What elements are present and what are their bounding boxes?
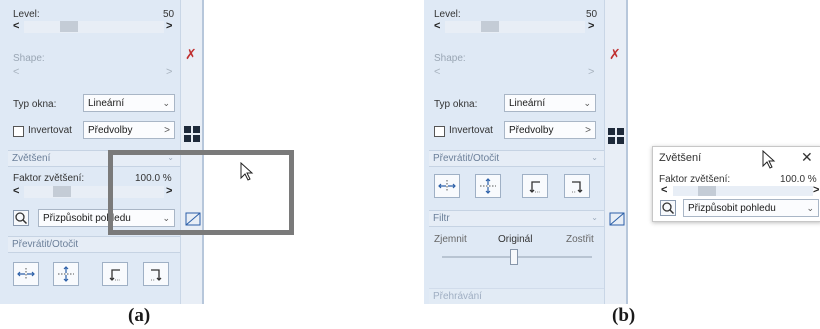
caption-a: (a) — [128, 305, 151, 326]
level-label: Level: — [13, 9, 40, 20]
shape-left-arrow[interactable]: < — [434, 67, 440, 78]
flip-vertical-icon[interactable] — [53, 262, 79, 286]
level-value: 50 — [586, 9, 598, 20]
zoom-scroll-thumb[interactable] — [53, 186, 71, 197]
invert-label: Invertovat — [449, 125, 493, 136]
magnifier-icon[interactable] — [660, 200, 676, 216]
shape-label: Shape: — [434, 53, 466, 64]
original-label: Originál — [498, 234, 533, 245]
flip-section-title: Převrátit/Otočit — [433, 153, 500, 164]
flip-section-header[interactable]: Převrátit/Otočit — [8, 236, 180, 253]
close-icon[interactable]: ✕ — [801, 149, 813, 166]
shape-right-arrow[interactable]: > — [166, 67, 172, 78]
filter-section-header[interactable]: Filtr ⌄ — [429, 210, 604, 227]
window-type-label: Typ okna: — [434, 99, 478, 110]
mouse-cursor-icon — [762, 150, 776, 169]
chevron-down-icon: ⌄ — [162, 98, 170, 108]
level-scrollbar[interactable] — [445, 21, 585, 33]
shape-label: Shape: — [13, 53, 45, 64]
window-type-select[interactable]: Lineární ⌄ — [83, 94, 175, 112]
float-zoom-scrollbar[interactable] — [673, 186, 813, 196]
level-scroll-thumb[interactable] — [481, 21, 499, 32]
float-fit-view-select[interactable]: Přizpůsobit pohledu ⌄ — [683, 199, 819, 217]
zoom-factor-label: Faktor zvětšení: — [13, 173, 85, 184]
zoom-section-title: Zvětšení — [12, 153, 51, 164]
window-type-select[interactable]: Lineární ⌄ — [504, 94, 596, 112]
invert-label: Invertovat — [28, 125, 72, 136]
playback-section-title: Přehrávání — [433, 291, 482, 302]
level-left-arrow[interactable]: < — [13, 21, 19, 32]
panel-b-border — [626, 0, 628, 304]
flip-horizontal-icon[interactable] — [13, 262, 39, 286]
invert-checkbox[interactable] — [13, 126, 24, 137]
level-scroll-thumb[interactable] — [60, 21, 78, 32]
shape-left-arrow[interactable]: < — [13, 67, 19, 78]
filter-section-title: Filtr — [433, 213, 450, 224]
flip-section-header[interactable]: Převrátit/Otočit ⌄ — [429, 150, 604, 167]
chevron-down-icon: ⌄ — [806, 203, 814, 213]
layout-grid-icon[interactable] — [184, 126, 200, 142]
presets-label: Předvolby — [509, 124, 554, 136]
presets-label: Předvolby — [88, 124, 133, 136]
rotate-left-icon[interactable] — [522, 174, 548, 198]
flip-horizontal-icon[interactable] — [434, 174, 460, 198]
diagonal-ruler-icon[interactable] — [609, 212, 625, 226]
mouse-cursor-icon — [240, 162, 254, 181]
flip-vertical-icon[interactable] — [475, 174, 501, 198]
floating-zoom-window: Zvětšení ✕ Faktor zvětšení: 100.0 % < > … — [652, 146, 820, 222]
presets-button[interactable]: Předvolby > — [83, 121, 175, 139]
pin-icon[interactable]: ✗ — [185, 46, 197, 63]
layout-grid-icon[interactable] — [608, 128, 624, 144]
pin-icon[interactable]: ✗ — [609, 46, 621, 63]
panel-b-content: Level: 50 < > Shape: < > Typ okna: Lineá… — [424, 0, 604, 304]
chevron-right-icon: > — [164, 125, 170, 136]
float-zoom-factor-label: Faktor zvětšení: — [659, 174, 731, 185]
rotate-right-icon[interactable] — [564, 174, 590, 198]
window-type-value: Lineární — [509, 97, 546, 109]
zoom-left-arrow[interactable]: < — [13, 186, 19, 197]
level-scrollbar[interactable] — [24, 21, 164, 33]
panel-b: Level: 50 < > Shape: < > Typ okna: Lineá… — [424, 0, 628, 304]
chevron-down-icon: ⌄ — [591, 153, 598, 162]
sharpen-label: Zostřit — [566, 234, 594, 245]
chevron-down-icon: ⌄ — [583, 98, 591, 108]
window-type-value: Lineární — [88, 97, 125, 109]
soften-label: Zjemnit — [434, 234, 467, 245]
shape-right-arrow[interactable]: > — [588, 67, 594, 78]
filter-slider-thumb[interactable] — [510, 249, 518, 265]
level-label: Level: — [434, 9, 461, 20]
flip-section-title: Převrátit/Otočit — [12, 239, 79, 250]
float-zoom-factor-value: 100.0 % — [780, 174, 817, 185]
float-zoom-right-arrow[interactable]: > — [813, 185, 819, 196]
presets-button[interactable]: Předvolby > — [504, 121, 596, 139]
rotate-left-icon[interactable] — [102, 262, 128, 286]
chevron-down-icon: ⌄ — [591, 213, 598, 222]
drag-outline — [108, 150, 294, 235]
window-type-label: Typ okna: — [13, 99, 57, 110]
playback-section-header[interactable]: Přehrávání — [429, 288, 604, 304]
level-value: 50 — [163, 9, 175, 20]
invert-checkbox[interactable] — [434, 126, 445, 137]
level-left-arrow[interactable]: < — [434, 21, 440, 32]
level-right-arrow[interactable]: > — [166, 21, 172, 32]
chevron-right-icon: > — [585, 125, 591, 136]
float-zoom-scroll-thumb[interactable] — [698, 186, 716, 196]
float-zoom-left-arrow[interactable]: < — [661, 185, 667, 196]
level-right-arrow[interactable]: > — [588, 21, 594, 32]
rotate-right-icon[interactable] — [143, 262, 169, 286]
float-title: Zvětšení — [659, 152, 702, 164]
caption-b: (b) — [612, 305, 636, 326]
magnifier-icon[interactable] — [13, 210, 29, 226]
panel-b-side-toolbar: ✗ — [604, 0, 628, 304]
float-fit-view-value: Přizpůsobit pohledu — [688, 202, 776, 214]
